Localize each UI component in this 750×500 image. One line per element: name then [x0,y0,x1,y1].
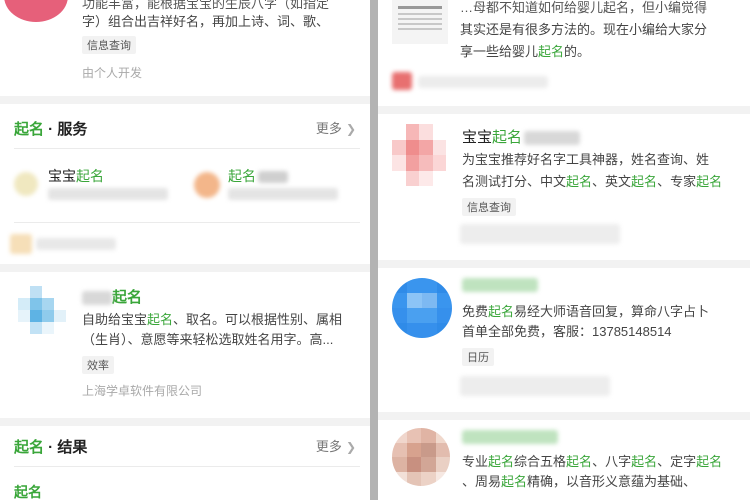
source-icon [392,72,412,90]
developer-label [460,224,620,244]
section-gap [378,412,750,420]
article-card[interactable]: …母都不知道如何给婴儿起名，但小编觉得 其实还是有很多方法的。现在小编给大家分 … [378,0,750,106]
section-gap [378,260,750,268]
source-label [418,76,548,88]
top-app-card[interactable]: 功能丰富，能根据宝宝的生辰八字（如指定 字）组合出吉祥好名，再加上诗、词、歌、 … [0,0,370,96]
chevron-right-icon: ❯ [345,440,356,454]
service-name: 起名 [228,166,288,186]
app-title: 宝宝起名 [462,126,581,147]
divider [14,222,360,223]
app-desc-line2: 、周易起名精确，以音形义意蕴为基础、 [462,474,697,489]
chevron-right-icon: ❯ [345,122,356,136]
naming-app-card[interactable]: 起名 自助给宝宝起名、取名。可以根据性别、属相 （生肖）、意愿等来轻松选取姓名用… [0,272,370,418]
section-gap [378,106,750,114]
results-section: 起名 · 结果 更多 ❯ 起名 [0,426,370,500]
app-desc-line2: 名测试打分、中文起名、英文起名、专家起名 [462,174,723,189]
app-desc-line2: （生肖）、意愿等来轻松选取姓名用字。高... [82,332,334,347]
category-tag: 效率 [82,356,114,374]
app-icon [18,286,66,334]
app-desc-line1: 免费起名易经大师语音回复，算命八字占卜 [462,304,710,319]
right-pane: …母都不知道如何给婴儿起名，但小编觉得 其实还是有很多方法的。现在小编给大家分 … [378,0,750,500]
app-title [462,278,538,292]
app-title: 起名 [82,286,142,307]
section-gap [0,418,370,426]
service-name: 宝宝起名 [48,168,104,184]
left-pane: 功能丰富，能根据宝宝的生辰八字（如指定 字）组合出吉祥好名，再加上诗、词、歌、 … [0,0,370,500]
app-desc-line1: 为宝宝推荐好名字工具神器，姓名查询、姓 [462,152,710,167]
app-icon [4,0,68,22]
category-tag: 信息查询 [462,198,516,216]
services-section: 起名 · 服务 更多 ❯ 宝宝起名 起名 [0,104,370,264]
article-text-line3: 享一些给婴儿起名的。 [460,44,591,59]
app-desc-line2: 首单全部免费，客服：13785148514 [462,324,672,339]
service-item-blurred[interactable] [10,234,120,254]
app-icon [392,278,452,338]
app-title [462,430,558,444]
section-title: 起名 · 结果 [14,439,88,456]
app-desc-line2: 字）组合出吉祥好名，再加上诗、词、歌、 [82,14,330,29]
result-item-title[interactable]: 起名 [14,482,42,500]
category-tag: 信息查询 [82,36,136,54]
pane-divider [370,0,378,500]
section-gap [0,96,370,104]
category-tag: 日历 [462,348,494,366]
app-desc-line1: 专业起名综合五格起名、八字起名、定字起名 [462,454,723,469]
service-icon [194,172,220,198]
more-link[interactable]: 更多 ❯ [316,436,356,455]
professional-naming-app-card[interactable]: 专业起名综合五格起名、八字起名、定字起名 、周易起名精确，以音形义意蕴为基础、 [378,420,750,500]
more-link[interactable]: 更多 ❯ [316,118,356,137]
service-subtitle [228,188,338,200]
app-icon [392,124,446,186]
service-icon [14,172,38,196]
divider [14,148,360,149]
article-text-line2: 其实还是有很多方法的。现在小编给大家分 [460,22,708,37]
section-gap [0,264,370,272]
article-text-line1: …母都不知道如何给婴儿起名，但小编觉得 [460,0,708,15]
app-icon [392,428,450,486]
developer-label: 由个人开发 [82,66,143,80]
article-thumbnail [392,0,448,44]
developer-label: 上海学卓软件有限公司 [82,384,203,398]
app-desc-line1: 自助给宝宝起名、取名。可以根据性别、属相 [82,312,343,327]
service-item-naming[interactable]: 起名 [194,166,364,206]
divider [14,466,360,467]
fortune-app-card[interactable]: 免费起名易经大师语音回复，算命八字占卜 首单全部免费，客服：1378514851… [378,268,750,412]
service-subtitle [48,188,168,200]
baby-naming-app-card[interactable]: 宝宝起名 为宝宝推荐好名字工具神器，姓名查询、姓 名测试打分、中文起名、英文起名… [378,114,750,260]
service-item-baby-naming[interactable]: 宝宝起名 [14,166,184,206]
section-title: 起名 · 服务 [14,121,88,138]
developer-label [460,376,610,396]
